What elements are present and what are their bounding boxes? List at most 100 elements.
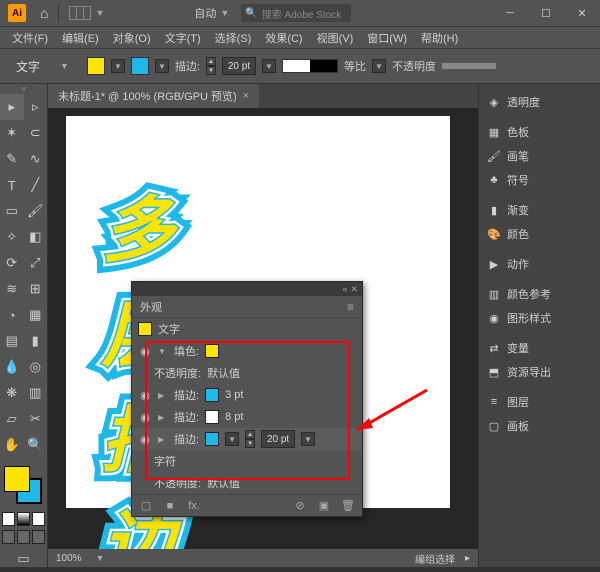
fill-swatch[interactable] — [205, 344, 219, 358]
width-tool[interactable]: ≋ — [0, 276, 24, 302]
panel-color-guide[interactable]: ▥颜色参考 — [479, 282, 600, 306]
zoom-field[interactable]: 100% — [56, 553, 82, 564]
opacity-label[interactable]: 不透明度 — [392, 58, 436, 74]
stroke-weight-2[interactable]: 8 pt — [225, 411, 243, 423]
artboard-tool[interactable]: ▱ — [0, 406, 24, 432]
chevron-down-icon[interactable]: ▼ — [220, 8, 229, 18]
panel-symbols[interactable]: ♣符号 — [479, 168, 600, 192]
panel-brushes[interactable]: 🖌画笔 — [479, 144, 600, 168]
stroke-weight-field[interactable]: 20 pt — [222, 57, 256, 75]
free-transform-tool[interactable]: ⊞ — [24, 276, 48, 302]
stroke-weight-1[interactable]: 3 pt — [225, 389, 243, 401]
add-stroke-button[interactable]: ▢ — [138, 498, 154, 514]
rectangle-tool[interactable]: ▭ — [0, 198, 24, 224]
menu-object[interactable]: 对象(O) — [107, 30, 157, 46]
curvature-tool[interactable]: ∿ — [24, 146, 48, 172]
stroke-swatch-3[interactable] — [205, 432, 219, 446]
fill-swatch[interactable] — [87, 57, 105, 75]
stroke-label[interactable]: 描边: — [174, 409, 199, 425]
eyedropper-tool[interactable]: 💧 — [0, 354, 24, 380]
visibility-toggle[interactable]: ◉ — [138, 345, 152, 358]
visibility-toggle[interactable]: ◉ — [138, 433, 152, 446]
lasso-tool[interactable]: ⊂ — [24, 120, 48, 146]
panel-graphic-styles[interactable]: ◉图形样式 — [479, 306, 600, 330]
fill-dropdown[interactable]: ▼ — [111, 59, 125, 73]
screen-mode[interactable]: ▭ — [0, 546, 47, 572]
stroke-label[interactable]: 描边: — [174, 431, 199, 447]
selection-tool[interactable]: ▸ — [0, 94, 24, 120]
swatch-dropdown[interactable]: ▼ — [225, 432, 239, 446]
fill-stroke-indicator[interactable] — [0, 462, 47, 510]
panel-color[interactable]: 🎨颜色 — [479, 222, 600, 246]
draw-behind[interactable] — [17, 530, 30, 544]
panel-asset-export[interactable]: ⬒资源导出 — [479, 360, 600, 384]
maximize-button[interactable]: ☐ — [528, 0, 564, 26]
opt-stroke-label[interactable]: 描边: — [175, 58, 200, 74]
color-mode[interactable] — [2, 512, 15, 526]
none-mode[interactable] — [32, 512, 45, 526]
shape-builder-tool[interactable]: ◔ — [0, 302, 24, 328]
opacity-sublabel2[interactable]: 不透明度: — [154, 475, 201, 491]
panel-swatches[interactable]: ▦色板 — [479, 120, 600, 144]
menu-view[interactable]: 视图(V) — [311, 30, 360, 46]
gradient-tool[interactable]: ▮ — [24, 328, 48, 354]
menu-select[interactable]: 选择(S) — [209, 30, 258, 46]
disclosure-closed[interactable]: ▶ — [158, 435, 168, 444]
panel-actions[interactable]: ▶动作 — [479, 252, 600, 276]
disclosure-open[interactable]: ▼ — [158, 347, 168, 356]
home-icon[interactable]: ⌂ — [40, 5, 48, 21]
hand-tool[interactable]: ✋ — [0, 432, 24, 458]
mesh-tool[interactable]: ▤ — [0, 328, 24, 354]
panel-menu-icon[interactable]: ≡ — [347, 300, 354, 314]
shaper-tool[interactable]: ✧ — [0, 224, 24, 250]
clear-button[interactable]: ⊘ — [292, 498, 308, 514]
search-input[interactable]: 🔍 搜索 Adobe Stock — [241, 4, 351, 22]
line-tool[interactable]: ╱ — [24, 172, 48, 198]
add-effect-button[interactable]: fx. — [186, 498, 202, 514]
draw-inside[interactable] — [32, 530, 45, 544]
gradient-mode[interactable] — [17, 512, 30, 526]
slice-tool[interactable]: ✂ — [24, 406, 48, 432]
perspective-tool[interactable]: ▦ — [24, 302, 48, 328]
weight-step-up[interactable]: ▲ — [245, 430, 255, 439]
menu-help[interactable]: 帮助(H) — [415, 30, 464, 46]
weight-step-down[interactable]: ▼ — [245, 439, 255, 448]
appearance-panel[interactable]: « ✕ 外观 ≡ 文字 ◉ ▼ 填色: 不透明度: 默认值 ◉ ▶ 描边: 3 … — [131, 281, 363, 517]
chevron-down-icon[interactable]: ▼ — [96, 553, 105, 563]
duplicate-button[interactable]: ▣ — [316, 498, 332, 514]
graph-tool[interactable]: ▥ — [24, 380, 48, 406]
menu-file[interactable]: 文件(F) — [6, 30, 54, 46]
profile-dropdown[interactable]: ▼ — [372, 59, 386, 73]
menu-edit[interactable]: 编辑(E) — [56, 30, 105, 46]
panel-gradient[interactable]: ▮渐变 — [479, 198, 600, 222]
visibility-toggle[interactable]: ◉ — [138, 389, 152, 402]
weight-dropdown[interactable]: ▼ — [301, 432, 315, 446]
stroke-swatch-1[interactable] — [205, 388, 219, 402]
close-button[interactable]: ✕ — [564, 0, 600, 26]
blend-tool[interactable]: ◎ — [24, 354, 48, 380]
menu-effect[interactable]: 效果(C) — [259, 30, 308, 46]
panel-variables[interactable]: ⇄变量 — [479, 336, 600, 360]
stroke-weight-dropdown[interactable]: ▼ — [262, 59, 276, 73]
opacity-sublabel[interactable]: 不透明度: — [154, 365, 201, 381]
visibility-toggle[interactable]: ◉ — [138, 411, 152, 424]
minimize-button[interactable]: ─ — [492, 0, 528, 26]
workspace-switcher-icon[interactable] — [69, 6, 91, 20]
close-icon[interactable]: × — [243, 90, 249, 102]
magic-wand-tool[interactable]: ✶ — [0, 120, 24, 146]
stroke-swatch[interactable] — [131, 57, 149, 75]
rotate-tool[interactable]: ⟳ — [0, 250, 24, 276]
stroke-step-down[interactable]: ▼ — [206, 66, 216, 75]
panel-layers[interactable]: ≡图层 — [479, 390, 600, 414]
disclosure-closed[interactable]: ▶ — [158, 413, 168, 422]
chevron-down-icon[interactable]: ▼ — [95, 8, 104, 18]
scale-tool[interactable]: ⤢ — [24, 250, 48, 276]
stroke-weight-3[interactable]: 20 pt — [261, 430, 295, 448]
panel-collapse-icon[interactable]: « — [342, 284, 347, 294]
stroke-swatch-2[interactable] — [205, 410, 219, 424]
add-fill-button[interactable]: ■ — [162, 498, 178, 514]
symbol-sprayer-tool[interactable]: ❋ — [0, 380, 24, 406]
paintbrush-tool[interactable]: 🖌 — [24, 198, 48, 224]
menu-window[interactable]: 窗口(W) — [361, 30, 413, 46]
direct-select-tool[interactable]: ▹ — [24, 94, 48, 120]
